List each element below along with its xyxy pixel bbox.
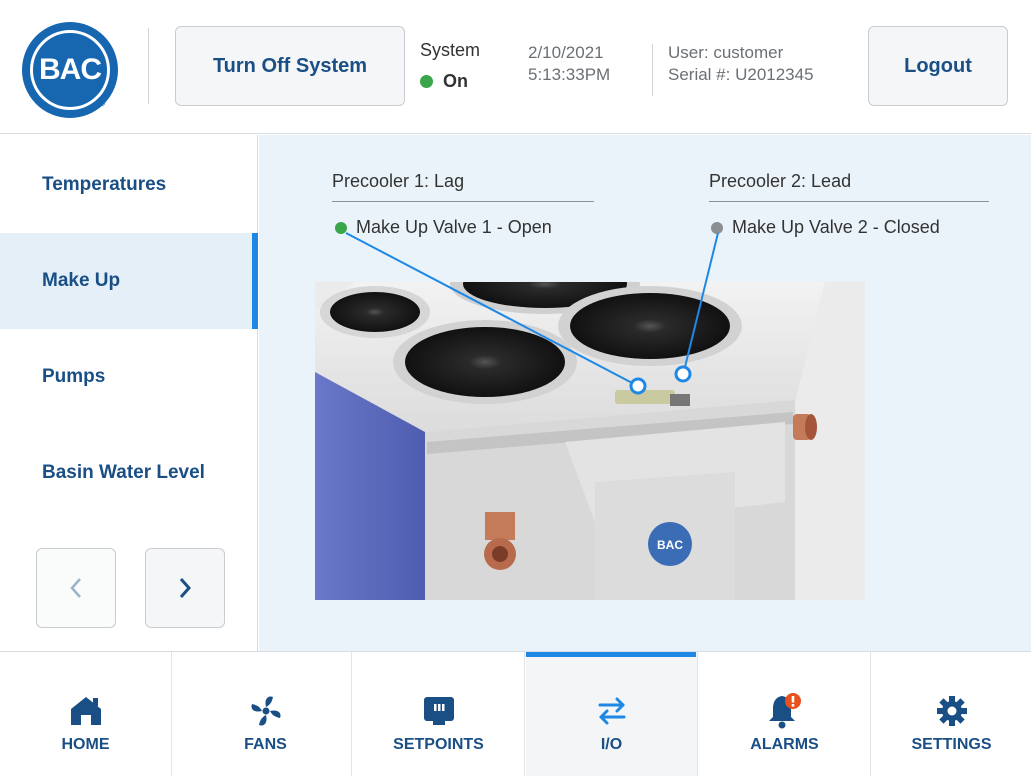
system-status-dot bbox=[420, 75, 433, 88]
sidebar-item-temperatures[interactable]: Temperatures bbox=[0, 137, 258, 233]
home-icon bbox=[67, 692, 105, 730]
user-text: User: customer bbox=[668, 43, 784, 62]
io-arrows-icon bbox=[593, 692, 631, 730]
gear-icon bbox=[933, 692, 971, 730]
time-text: 5:13:33PM bbox=[528, 65, 611, 84]
nav-alarms-label: ALARMS bbox=[750, 736, 819, 753]
datetime-display: 2/10/2021 5:13:33PM bbox=[528, 42, 610, 86]
bottom-nav: HOME FANS SETPOINTS I/O ALARMS SETTINGS bbox=[0, 651, 1031, 776]
header-bar: BAC ® Turn Off System System On 2/10/202… bbox=[0, 0, 1031, 134]
previous-page-button[interactable] bbox=[36, 548, 116, 628]
nav-fans-label: FANS bbox=[244, 736, 287, 753]
sidebar: Temperatures Make Up Pumps Basin Water L… bbox=[0, 135, 258, 651]
valve-2-marker[interactable] bbox=[674, 365, 692, 383]
system-label: System bbox=[420, 40, 481, 60]
valve-leader-lines bbox=[345, 232, 719, 395]
sidebar-item-make-up[interactable]: Make Up bbox=[0, 233, 258, 329]
nav-alarms[interactable]: ALARMS bbox=[699, 652, 871, 776]
system-status: On bbox=[420, 71, 468, 92]
system-status-text: On bbox=[443, 71, 468, 91]
main-panel: Precooler 1: Lag Make Up Valve 1 - Open … bbox=[259, 135, 1031, 651]
bac-logo-text: BAC bbox=[39, 53, 102, 86]
bell-alert-icon bbox=[766, 692, 804, 730]
nav-fans[interactable]: FANS bbox=[180, 652, 352, 776]
date-text: 2/10/2021 bbox=[528, 43, 604, 62]
setpoints-icon bbox=[420, 692, 458, 730]
sidebar-item-basin-water-level[interactable]: Basin Water Level bbox=[0, 425, 258, 521]
nav-home[interactable]: HOME bbox=[0, 652, 172, 776]
registered-mark: ® bbox=[98, 98, 106, 109]
chevron-right-icon bbox=[179, 578, 192, 598]
nav-io[interactable]: I/O bbox=[526, 652, 698, 776]
next-page-button[interactable] bbox=[145, 548, 225, 628]
nav-setpoints[interactable]: SETPOINTS bbox=[353, 652, 525, 776]
nav-settings-label: SETTINGS bbox=[911, 736, 992, 753]
nav-home-label: HOME bbox=[61, 736, 110, 753]
chevron-left-icon bbox=[70, 578, 81, 598]
header-divider-2 bbox=[652, 44, 653, 96]
turn-off-system-button[interactable]: Turn Off System bbox=[175, 26, 405, 106]
fan-icon bbox=[247, 692, 285, 730]
nav-setpoints-label: SETPOINTS bbox=[393, 736, 484, 753]
user-info: User: customer Serial #: U2012345 bbox=[668, 42, 814, 86]
logout-button[interactable]: Logout bbox=[868, 26, 1008, 106]
sidebar-item-pumps[interactable]: Pumps bbox=[0, 329, 258, 425]
nav-settings[interactable]: SETTINGS bbox=[872, 652, 1031, 776]
nav-io-label: I/O bbox=[600, 736, 623, 753]
header-divider bbox=[148, 28, 149, 104]
valve-1-marker[interactable] bbox=[629, 377, 647, 395]
serial-text: Serial #: U2012345 bbox=[668, 65, 814, 84]
